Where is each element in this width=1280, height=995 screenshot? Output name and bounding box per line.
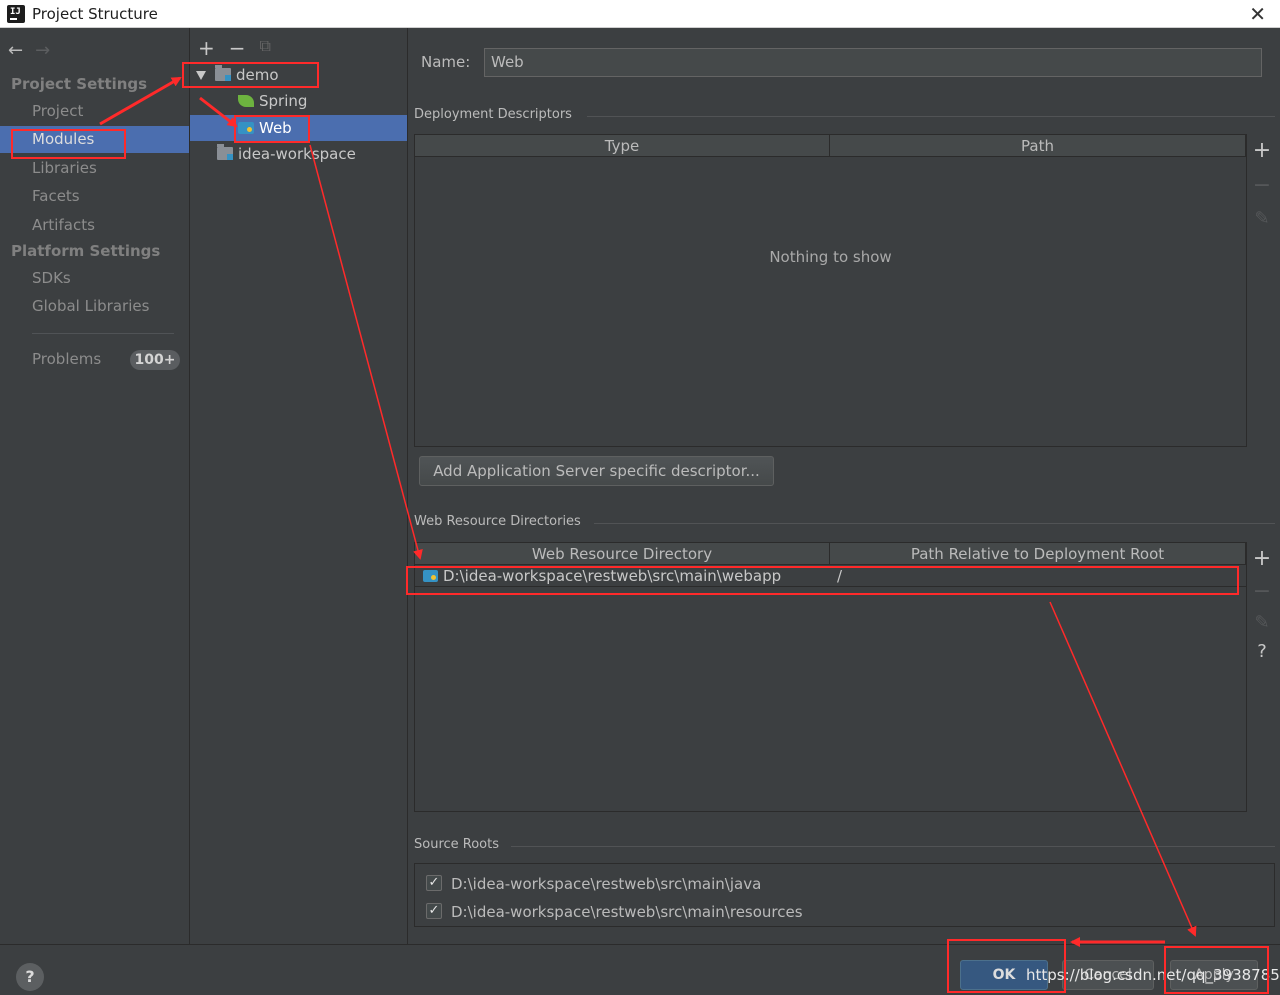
sidebar-item-libraries[interactable]: Libraries bbox=[0, 155, 189, 182]
add-server-descriptor-button[interactable]: Add Application Server specific descript… bbox=[419, 456, 774, 486]
group-divider bbox=[587, 116, 1275, 117]
problems-count-badge: 100+ bbox=[130, 350, 180, 370]
tree-node-spring[interactable]: Spring bbox=[238, 88, 307, 114]
name-field[interactable]: Web bbox=[484, 48, 1262, 77]
sidebar-item-global-libraries[interactable]: Global Libraries bbox=[0, 293, 189, 320]
tree-node-label: idea-workspace bbox=[238, 145, 356, 163]
web-folder-icon bbox=[423, 570, 438, 582]
web-facet-settings: Name: Web Deployment Descriptors Type Pa… bbox=[409, 28, 1280, 944]
spring-leaf-icon bbox=[238, 95, 254, 107]
column-type[interactable]: Type bbox=[415, 135, 830, 157]
back-arrow-icon[interactable]: ← bbox=[8, 40, 23, 61]
deployment-descriptors-header: Deployment Descriptors bbox=[414, 107, 572, 122]
sidebar-item-sdks[interactable]: SDKs bbox=[0, 265, 189, 292]
tree-node-label: Spring bbox=[259, 92, 308, 110]
tree-node-demo[interactable]: demo bbox=[190, 62, 407, 88]
sidebar-divider bbox=[32, 333, 174, 334]
history-nav: ← → bbox=[8, 40, 50, 61]
window-title: Project Structure bbox=[32, 5, 158, 23]
title-bar: IJ Project Structure ✕ bbox=[0, 0, 1280, 28]
web-resource-directories-header: Web Resource Directories bbox=[414, 514, 581, 529]
source-root-path: D:\idea-workspace\restweb\src\main\java bbox=[451, 875, 762, 893]
dialog-button-bar: ? OK Cancel Apply https://blog.csdn.net/… bbox=[0, 944, 1280, 995]
name-label: Name: bbox=[421, 53, 471, 71]
source-root-checkbox[interactable]: ✓ bbox=[426, 903, 442, 919]
web-facet-icon bbox=[238, 122, 254, 134]
column-web-resource-directory[interactable]: Web Resource Directory bbox=[415, 543, 830, 565]
column-path[interactable]: Path bbox=[830, 135, 1246, 157]
add-icon[interactable]: + bbox=[198, 36, 215, 60]
empty-table-text: Nothing to show bbox=[769, 248, 892, 266]
remove-icon[interactable]: − bbox=[229, 36, 246, 60]
module-tree-panel: + − ⧉ demo Spring Web idea-workspace bbox=[190, 28, 408, 944]
add-icon[interactable]: + bbox=[1253, 138, 1271, 163]
tree-node-label: demo bbox=[236, 66, 279, 84]
descriptor-tools: + − ✎ bbox=[1247, 138, 1277, 248]
remove-icon[interactable]: − bbox=[1253, 173, 1271, 198]
expand-arrow-icon[interactable] bbox=[196, 71, 206, 80]
sidebar-item-modules[interactable]: Modules bbox=[0, 126, 189, 153]
web-resource-directories-table[interactable]: Web Resource Directory Path Relative to … bbox=[414, 542, 1247, 812]
table-row[interactable]: D:\idea-workspace\restweb\src\main\webap… bbox=[415, 565, 1246, 587]
remove-icon[interactable]: − bbox=[1253, 579, 1271, 604]
tree-node-label: Web bbox=[259, 119, 292, 137]
sidebar-item-facets[interactable]: Facets bbox=[0, 183, 189, 210]
tree-node-idea-workspace[interactable]: idea-workspace bbox=[217, 141, 356, 167]
add-icon[interactable]: + bbox=[1253, 546, 1271, 571]
column-relative-path[interactable]: Path Relative to Deployment Root bbox=[830, 543, 1246, 565]
blog-watermark: https://blog.csdn.net/qq_39387856 bbox=[1026, 966, 1280, 984]
project-settings-header: Project Settings bbox=[11, 75, 148, 93]
help-icon[interactable]: ? bbox=[1257, 641, 1267, 662]
help-icon[interactable]: ? bbox=[16, 963, 44, 991]
web-resource-tools: + − ✎ ? bbox=[1247, 546, 1277, 676]
table-header: Web Resource Directory Path Relative to … bbox=[415, 543, 1246, 565]
forward-arrow-icon[interactable]: → bbox=[35, 40, 50, 61]
intellij-app-icon: IJ bbox=[7, 5, 25, 23]
row-directory: D:\idea-workspace\restweb\src\main\webap… bbox=[443, 567, 782, 585]
table-header: Type Path bbox=[415, 135, 1246, 157]
sidebar-item-project[interactable]: Project bbox=[0, 98, 189, 125]
edit-icon[interactable]: ✎ bbox=[1254, 612, 1269, 633]
platform-settings-header: Platform Settings bbox=[11, 242, 161, 260]
close-icon[interactable]: ✕ bbox=[1249, 2, 1266, 26]
module-folder-icon bbox=[215, 65, 231, 81]
source-root-checkbox[interactable]: ✓ bbox=[426, 875, 442, 891]
module-folder-icon bbox=[217, 144, 233, 160]
deployment-descriptors-table[interactable]: Type Path Nothing to show bbox=[414, 134, 1247, 447]
source-root-path: D:\idea-workspace\restweb\src\main\resou… bbox=[451, 903, 803, 921]
sidebar-item-artifacts[interactable]: Artifacts bbox=[0, 212, 189, 239]
settings-sidebar: ← → Project Settings Project Modules Lib… bbox=[0, 28, 190, 944]
edit-icon[interactable]: ✎ bbox=[1254, 208, 1269, 229]
group-divider bbox=[511, 846, 1275, 847]
tree-node-web[interactable]: Web bbox=[190, 115, 407, 141]
tree-toolbar: + − ⧉ bbox=[198, 36, 271, 60]
row-relative-path: / bbox=[837, 567, 843, 585]
source-roots-header: Source Roots bbox=[414, 837, 500, 852]
group-divider bbox=[594, 523, 1275, 524]
copy-icon[interactable]: ⧉ bbox=[260, 36, 271, 56]
